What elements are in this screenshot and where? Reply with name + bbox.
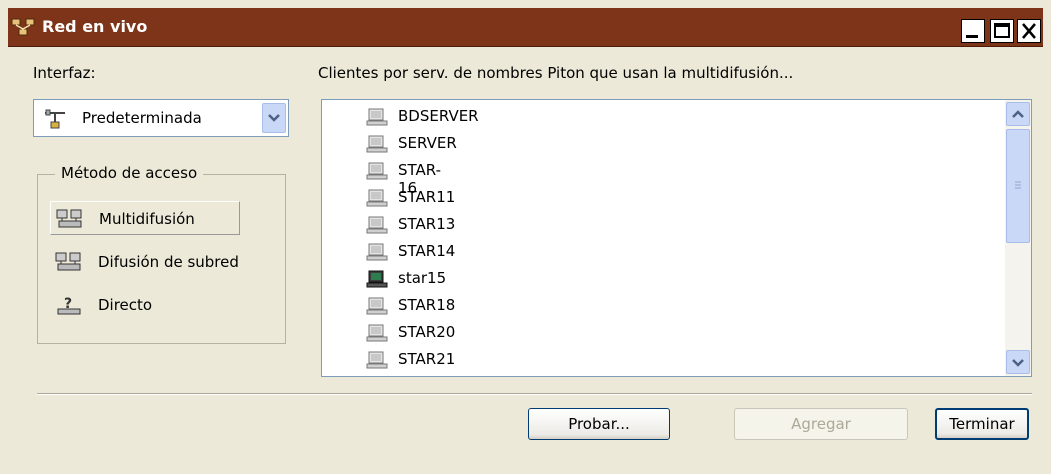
minimize-icon[interactable] <box>961 19 985 43</box>
server-icon <box>366 243 388 265</box>
chevron-down-icon[interactable] <box>262 103 286 133</box>
server-icon <box>366 297 388 319</box>
option-multicast[interactable]: Multidifusión <box>50 201 240 235</box>
test-button[interactable]: Probar... <box>528 408 670 440</box>
clients-header: Clientes por serv. de nombres Piton que … <box>318 64 794 82</box>
server-icon <box>366 162 388 184</box>
scroll-thumb[interactable] <box>1006 129 1030 243</box>
vertical-scrollbar[interactable] <box>1005 100 1031 376</box>
list-item-label: BDSERVER <box>398 107 479 125</box>
title-bar[interactable]: Red en vivo <box>8 8 1043 47</box>
option-subnet-broadcast[interactable]: Difusión de subred <box>50 245 240 279</box>
maximize-icon[interactable] <box>990 19 1014 43</box>
network-adapter-icon <box>43 109 67 133</box>
list-item-label: STAR13 <box>398 215 456 233</box>
direct-question-icon: ? <box>54 294 84 320</box>
server-icon <box>366 324 388 346</box>
interface-label: Interfaz: <box>33 64 96 82</box>
scroll-down-icon[interactable] <box>1006 350 1030 374</box>
window-title: Red en vivo <box>42 17 148 36</box>
computer-icon <box>366 270 388 292</box>
svg-text:?: ? <box>64 296 72 312</box>
server-icon <box>366 351 388 373</box>
finish-button[interactable]: Terminar <box>935 408 1029 440</box>
list-item-label: STAR20 <box>398 323 456 341</box>
network-app-icon <box>11 16 35 38</box>
server-icon <box>366 216 388 238</box>
clients-list[interactable]: BDSERVER SERVER STAR-16 STAR11 STAR13 STAR14 s… <box>321 99 1032 377</box>
list-item-label: STAR21 <box>398 350 456 368</box>
option-subnet-broadcast-label: Difusión de subred <box>98 253 239 271</box>
server-icon <box>366 108 388 130</box>
access-method-legend: Método de acceso <box>55 164 204 182</box>
multicast-computers-icon <box>55 208 85 234</box>
list-item-label: SERVER <box>398 134 457 152</box>
server-icon <box>366 135 388 157</box>
close-icon[interactable] <box>1017 19 1041 43</box>
list-item-label: star15 <box>398 269 447 287</box>
option-direct-label: Directo <box>98 296 153 314</box>
list-item-label: STAR14 <box>398 242 456 260</box>
separator <box>37 393 1032 395</box>
subnet-broadcast-icon <box>54 251 84 277</box>
option-multicast-label: Multidifusión <box>99 210 195 228</box>
add-button[interactable]: Agregar <box>734 408 908 440</box>
server-icon <box>366 189 388 211</box>
option-direct[interactable]: ? Directo <box>50 288 240 322</box>
list-item-label: STAR18 <box>398 296 456 314</box>
list-item-label: STAR11 <box>398 188 456 206</box>
interface-selected-value: Predeterminada <box>82 109 202 127</box>
interface-select[interactable]: Predeterminada <box>33 99 289 137</box>
scroll-up-icon[interactable] <box>1006 102 1030 126</box>
